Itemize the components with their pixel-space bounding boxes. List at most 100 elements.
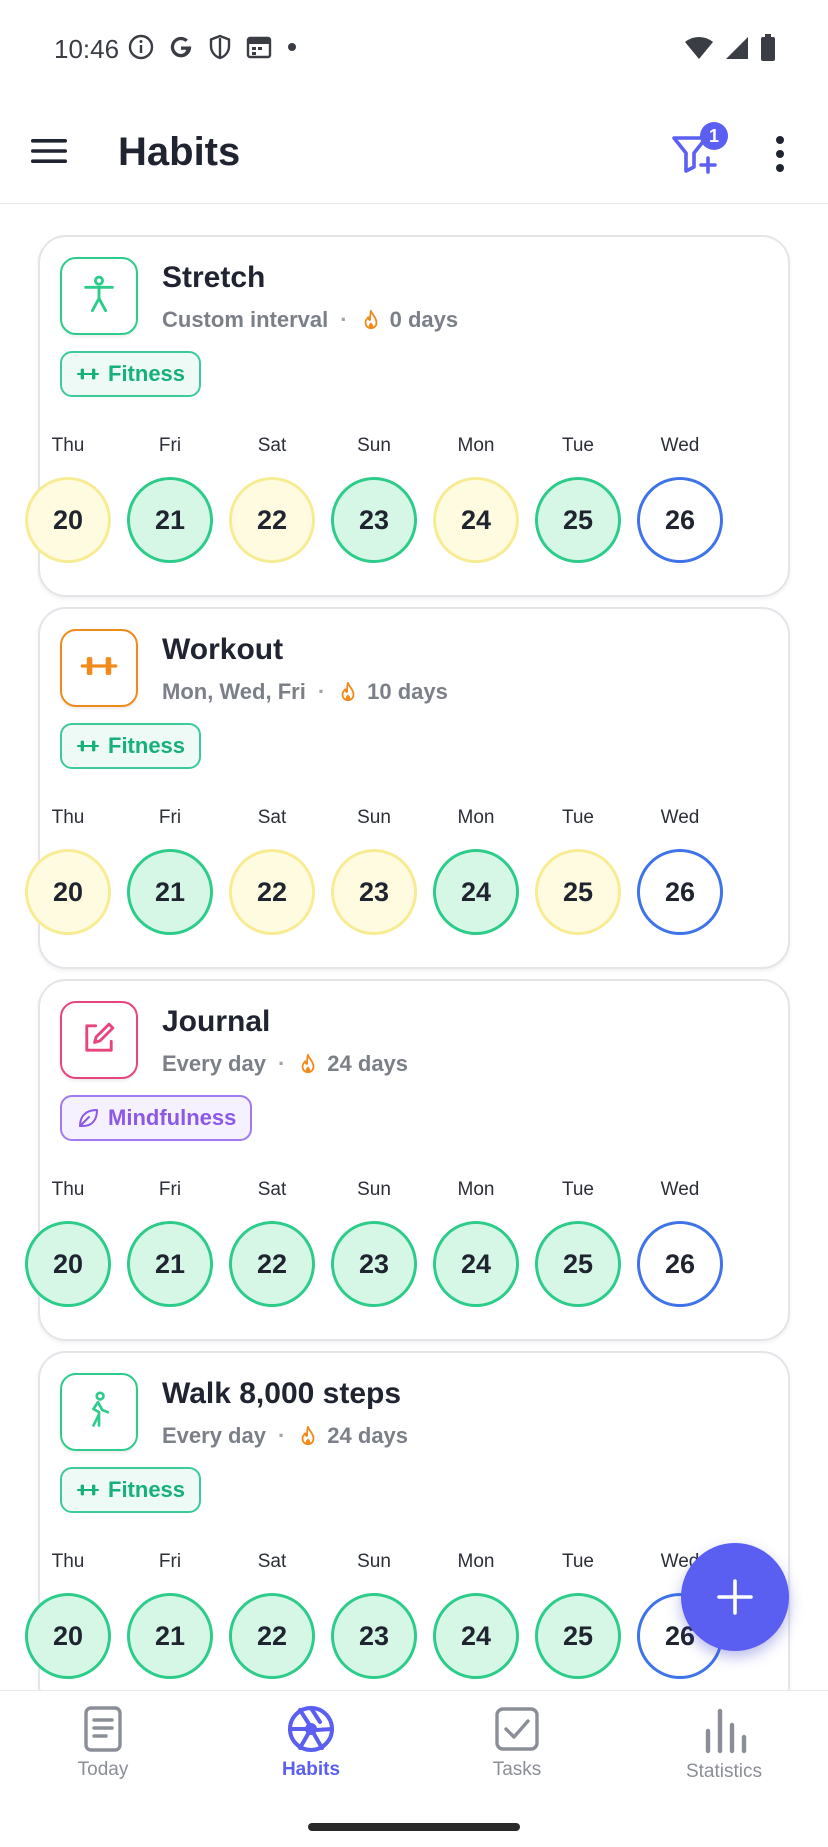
day-checkin-button[interactable]: 24 — [433, 1593, 519, 1679]
dumbbell-icon — [76, 362, 100, 386]
habit-streak-label: 0 days — [389, 307, 459, 332]
habit-streak-label: 24 days — [327, 1423, 409, 1448]
day-checkin-button[interactable]: 25 — [535, 477, 621, 563]
day-checkin-button[interactable]: 24 — [433, 477, 519, 563]
weekday-label: Fri — [158, 435, 182, 456]
add-habit-button[interactable] — [681, 1543, 789, 1651]
habit-icon-button[interactable] — [60, 1001, 138, 1079]
day-checkin-button[interactable]: 26 — [637, 477, 723, 563]
day-checkin-button[interactable]: 22 — [229, 1593, 315, 1679]
day-column: Mon 24 — [431, 435, 521, 575]
weekday-label: Wed — [660, 435, 700, 456]
habit-list[interactable]: Stretch Custom interval · 0 days Fitness Thu 2… — [0, 205, 828, 1690]
category-tag[interactable]: Mindfulness — [60, 1095, 253, 1141]
day-checkin-button[interactable]: 21 — [127, 1221, 213, 1307]
weekday-label: Fri — [158, 1179, 182, 1200]
week-days: Thu 20 Fri 21 Sat 22 Sun 23 Mon 24 Tue 25 Wed 26 — [25, 1551, 792, 1690]
day-column: Sat 22 — [227, 807, 317, 947]
weekday-label: Mon — [457, 1551, 495, 1572]
leaf-icon — [76, 1106, 100, 1130]
habit-streak: 24 days — [297, 1423, 408, 1449]
day-checkin-button[interactable]: 23 — [331, 1221, 417, 1307]
habit-icon-button[interactable] — [60, 629, 138, 707]
day-checkin-button[interactable]: 20 — [25, 477, 111, 563]
day-column: Thu 20 — [23, 435, 113, 575]
day-checkin-button[interactable]: 22 — [229, 849, 315, 935]
dumbbell-icon — [79, 646, 119, 691]
category-tag[interactable]: Fitness — [60, 723, 202, 769]
weekday-label: Tue — [561, 1179, 595, 1200]
google-icon — [170, 36, 192, 58]
day-checkin-button[interactable]: 22 — [229, 477, 315, 563]
shield-icon — [209, 34, 231, 60]
flame-icon — [297, 1425, 319, 1447]
day-checkin-button[interactable]: 20 — [25, 1593, 111, 1679]
day-column: Tue 25 — [533, 1551, 623, 1690]
week-days: Thu 20 Fri 21 Sat 22 Sun 23 Mon 24 Tue 25 Wed 26 — [25, 1179, 792, 1319]
habit-streak-label: 24 days — [327, 1051, 409, 1076]
nav-today[interactable]: Today — [23, 1705, 183, 1805]
nav-habits[interactable]: Habits — [231, 1705, 391, 1805]
habit-name: Walk 8,000 steps — [162, 1377, 402, 1410]
day-checkin-button[interactable]: 23 — [331, 477, 417, 563]
dot-icon — [288, 43, 296, 51]
habit-card[interactable]: Walk 8,000 steps Every day · 24 days Fitness… — [25, 1351, 792, 1690]
category-tag[interactable]: Fitness — [60, 1467, 202, 1513]
habit-card[interactable]: Journal Every day · 24 days Mindfulness Thu 20… — [25, 979, 792, 1341]
filter-count-badge: 1 — [700, 122, 728, 150]
habit-card[interactable]: Stretch Custom interval · 0 days Fitness Thu 2… — [25, 235, 790, 597]
habit-icon-button[interactable] — [60, 1373, 138, 1451]
day-checkin-button[interactable]: 20 — [25, 849, 111, 935]
wifi-icon — [685, 36, 713, 59]
day-checkin-button[interactable]: 24 — [433, 1221, 519, 1307]
day-checkin-button[interactable]: 25 — [535, 1593, 621, 1679]
weekday-label: Sat — [257, 1179, 287, 1200]
weekday-label: Thu — [51, 807, 85, 828]
gesture-handle[interactable] — [308, 1823, 520, 1831]
category-tag-label: Fitness — [108, 733, 186, 758]
habit-streak-label: 10 days — [367, 679, 448, 704]
more-options-button[interactable] — [760, 128, 800, 180]
weekday-label: Mon — [457, 435, 495, 456]
habit-icon-button[interactable] — [60, 257, 138, 335]
habit-meta: Custom interval · 0 days — [162, 307, 458, 333]
week-days: Thu 20 Fri 21 Sat 22 Sun 23 Mon 24 Tue 25 Wed 26 — [25, 807, 792, 947]
weekday-label: Wed — [660, 807, 700, 828]
nav-today-label: Today — [77, 1759, 129, 1780]
status-notification-icons — [128, 34, 298, 60]
day-column: Sun 23 — [329, 807, 419, 947]
habit-card[interactable]: Workout Mon, Wed, Fri · 10 days Fitness Thu 20… — [25, 607, 792, 969]
day-checkin-button[interactable]: 25 — [535, 849, 621, 935]
flame-icon — [360, 309, 382, 331]
nav-tasks[interactable]: Tasks — [437, 1705, 597, 1805]
weekday-label: Thu — [51, 1551, 85, 1572]
day-checkin-button[interactable]: 23 — [331, 849, 417, 935]
day-checkin-button[interactable]: 21 — [127, 1593, 213, 1679]
day-checkin-button[interactable]: 21 — [127, 849, 213, 935]
day-checkin-button[interactable]: 22 — [229, 1221, 315, 1307]
day-checkin-button[interactable]: 21 — [127, 477, 213, 563]
day-checkin-button[interactable]: 20 — [25, 1221, 111, 1307]
meta-separator: · — [317, 679, 326, 704]
meta-separator: · — [340, 307, 348, 332]
bar-chart-icon — [705, 1708, 747, 1754]
category-tag[interactable]: Fitness — [60, 351, 202, 397]
habit-schedule: Every day — [162, 1423, 266, 1448]
dumbbell-icon — [76, 1478, 100, 1502]
menu-button[interactable] — [26, 128, 72, 174]
day-checkin-button[interactable]: 25 — [535, 1221, 621, 1307]
day-column: Mon 24 — [431, 1551, 521, 1690]
status-bar: 10:46 — [0, 0, 828, 100]
day-column: Sat 22 — [227, 1179, 317, 1319]
signal-icon — [726, 37, 748, 59]
weekday-label: Sun — [357, 1551, 391, 1572]
day-column: Wed 26 — [635, 807, 725, 947]
calendar-icon — [246, 36, 272, 59]
nav-statistics[interactable]: Statistics — [644, 1705, 804, 1805]
day-checkin-button[interactable]: 24 — [433, 849, 519, 935]
day-checkin-button[interactable]: 23 — [331, 1593, 417, 1679]
day-checkin-button[interactable]: 26 — [637, 1221, 723, 1307]
day-column: Thu 20 — [23, 1179, 113, 1319]
day-checkin-button[interactable]: 26 — [637, 849, 723, 935]
meta-separator: · — [277, 1423, 286, 1448]
